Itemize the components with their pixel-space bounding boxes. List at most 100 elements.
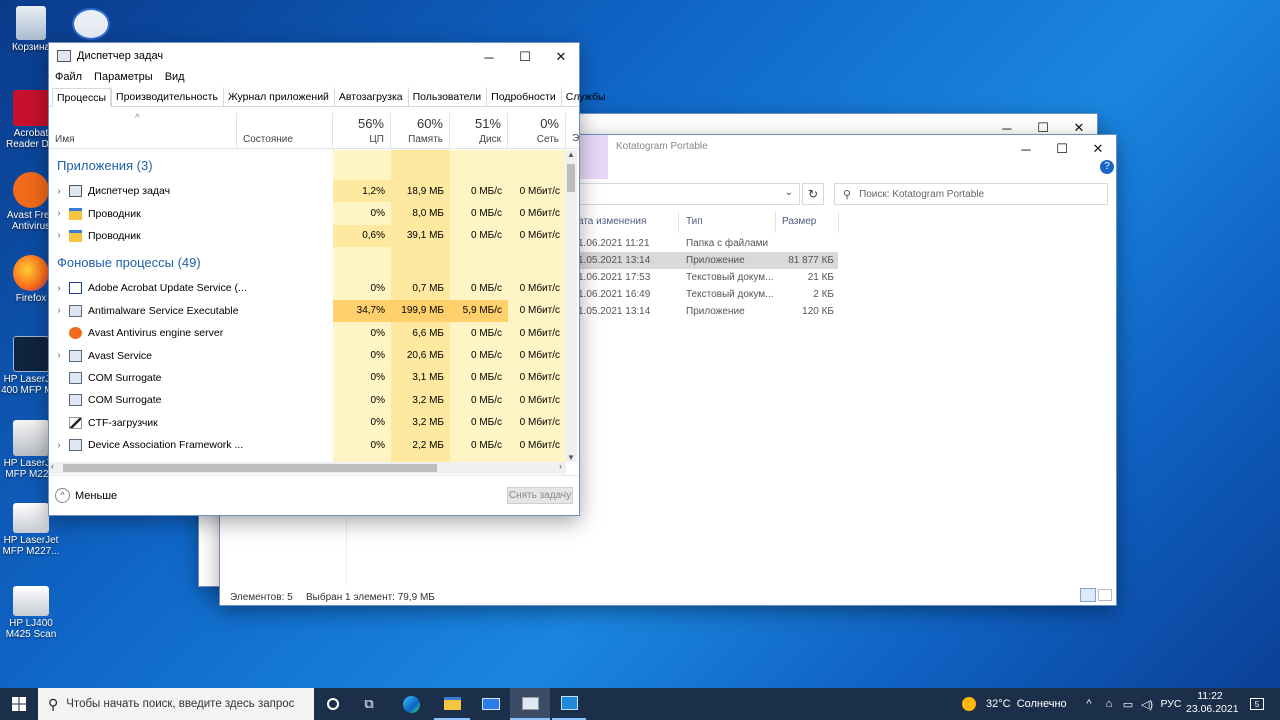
chevron-right-icon[interactable]: › — [49, 305, 69, 316]
scroll-right-icon[interactable]: › — [559, 461, 562, 471]
end-task-button[interactable]: Снять задачу — [507, 487, 573, 504]
chevron-right-icon[interactable]: › — [49, 208, 69, 219]
process-name: COM Surrogate — [88, 394, 162, 407]
table-row[interactable]: › Adobe Acrobat Update Service (... 0% 0,… — [49, 277, 566, 299]
file-row[interactable]: 1.06.2021 16:49 Текстовый докум... 2 КБ — [578, 286, 838, 303]
network-icon[interactable]: ⌂ — [1100, 688, 1118, 720]
scroll-up-icon[interactable]: ▲ — [567, 150, 575, 159]
action-center-button[interactable]: 5 — [1240, 688, 1274, 720]
column-header-extra[interactable]: Э — [572, 133, 579, 144]
language-indicator[interactable]: РУС — [1158, 688, 1184, 720]
app-shortcut-icon[interactable] — [72, 8, 110, 40]
column-header-cpu[interactable]: 56% ЦП — [333, 113, 391, 149]
desktop-icon-hp-lj400-scan[interactable]: HP LJ400 M425 Scan — [0, 586, 68, 640]
file-row[interactable]: 1.05.2021 13:14 Приложение 120 КБ — [578, 303, 838, 320]
close-icon[interactable]: ✕ — [543, 43, 579, 71]
file-row-selected[interactable]: 1.05.2021 13:14 Приложение 81 877 КБ — [578, 252, 838, 269]
column-header-name[interactable]: Имя — [49, 113, 237, 149]
show-hidden-icons[interactable]: ^ — [1080, 688, 1098, 720]
group-header-background[interactable]: Фоновые процессы (49) — [49, 247, 566, 277]
tab-processes[interactable]: Процессы — [52, 88, 112, 107]
file-row[interactable]: 1.06.2021 17:53 Текстовый докум... 21 КБ — [578, 269, 838, 286]
taskbar-explorer[interactable] — [434, 688, 470, 720]
weather-widget[interactable]: 32°C Солнечно — [962, 688, 1076, 720]
display-icon[interactable]: ▭ — [1118, 688, 1138, 720]
table-row[interactable]: › Диспетчер задач 1,2% 18,9 МБ 0 МБ/с 0 М… — [49, 180, 566, 203]
table-row[interactable]: COM Surrogate 0% 3,1 МБ 0 МБ/с 0 Мбит/с — [49, 367, 566, 389]
taskbar-edge[interactable] — [396, 688, 426, 720]
fewer-details-button[interactable]: ^ Меньше — [55, 488, 117, 503]
cpu-cell: 1,2% — [333, 180, 391, 203]
chevron-right-icon[interactable]: › — [49, 283, 69, 294]
start-button[interactable] — [0, 688, 38, 720]
table-row[interactable]: › Проводник 0,6% 39,1 МБ 0 МБ/с 0 Мбит/с — [49, 224, 566, 248]
details-view-icon[interactable] — [1080, 588, 1096, 602]
tab-app-history[interactable]: Журнал приложений — [222, 87, 334, 106]
chevron-right-icon[interactable]: › — [49, 440, 69, 451]
file-row[interactable]: 1.06.2021 11:21 Папка с файлами — [578, 235, 838, 252]
file-date: 1.06.2021 16:49 — [578, 289, 651, 300]
minimize-icon[interactable]: ─ — [1008, 135, 1044, 163]
close-icon[interactable]: ✕ — [1080, 135, 1116, 163]
menu-options[interactable]: Параметры — [94, 71, 153, 83]
search-box[interactable]: ⚲ Поиск: Kotatogram Portable — [834, 183, 1108, 205]
table-row[interactable]: Avast Antivirus engine server 0% 6,6 МБ … — [49, 322, 566, 344]
column-header-size[interactable]: Размер — [782, 216, 816, 227]
vertical-scrollbar[interactable]: ▲ ▼ — [565, 150, 577, 462]
table-row[interactable]: CTF-загрузчик 0% 3,2 МБ 0 МБ/с 0 Мбит/с — [49, 412, 566, 434]
taskbar-search-input[interactable]: Чтобы начать поиск, введите здесь запрос — [66, 698, 294, 710]
chevron-right-icon[interactable]: › — [49, 350, 69, 361]
column-header-type[interactable]: Тип — [686, 216, 703, 227]
task-view-button[interactable]: ⧉ — [354, 688, 384, 720]
group-header-apps[interactable]: Приложения (3) — [49, 150, 566, 180]
column-header-network[interactable]: 0% Сеть — [508, 113, 566, 149]
address-bar[interactable]: ⌄ — [578, 183, 800, 205]
taskbar-app[interactable] — [552, 688, 586, 720]
memory-cell: 199,9 МБ — [391, 299, 450, 322]
minimize-icon[interactable]: ─ — [471, 43, 507, 71]
cortana-button[interactable] — [318, 688, 348, 720]
process-name: Диспетчер задач — [88, 185, 171, 198]
chevron-right-icon[interactable]: › — [49, 186, 69, 197]
tab-users[interactable]: Пользователи — [407, 87, 487, 106]
table-row[interactable]: COM Surrogate 0% 3,2 МБ 0 МБ/с 0 Мбит/с — [49, 389, 566, 411]
maximize-icon[interactable]: ☐ — [507, 43, 543, 71]
volume-icon[interactable]: ◁) — [1138, 688, 1156, 720]
help-icon[interactable]: ? — [1100, 160, 1114, 174]
disk-cell: 5,9 МБ/с — [450, 299, 508, 322]
taskbar-task-manager[interactable] — [510, 688, 550, 720]
tab-performance[interactable]: Производительность — [111, 87, 223, 106]
taskbar-search-box[interactable]: ⚲ Чтобы начать поиск, введите здесь запр… — [38, 688, 314, 720]
windows-icon — [12, 697, 26, 711]
clock[interactable]: 11:22 23.06.2021 — [1186, 690, 1239, 718]
scroll-left-icon[interactable]: ‹ — [51, 461, 54, 471]
weather-text: 32°C Солнечно — [986, 698, 1067, 710]
chevron-right-icon[interactable]: › — [49, 230, 69, 241]
task-manager-window[interactable]: Диспетчер задач ─ ☐ ✕ Файл Параметры Вид… — [48, 42, 606, 516]
scrollbar-thumb[interactable] — [567, 164, 575, 192]
refresh-button[interactable]: ↻ — [802, 183, 824, 205]
menu-view[interactable]: Вид — [165, 71, 185, 83]
tab-details[interactable]: Подробности — [486, 87, 561, 106]
scroll-down-icon[interactable]: ▼ — [567, 453, 575, 462]
tab-startup[interactable]: Автозагрузка — [333, 87, 408, 106]
chevron-down-icon[interactable]: ⌄ — [785, 187, 793, 198]
taskbar-mail[interactable] — [474, 688, 508, 720]
tab-services[interactable]: Службы — [560, 87, 611, 106]
table-row[interactable]: › Проводник 0% 8,0 МБ 0 МБ/с 0 Мбит/с — [49, 202, 566, 224]
scrollbar-thumb[interactable] — [63, 464, 437, 472]
tiles-view-icon[interactable] — [1098, 589, 1112, 601]
maximize-icon[interactable]: ☐ — [1044, 135, 1080, 163]
horizontal-scrollbar[interactable]: ‹ › — [49, 461, 566, 474]
search-input[interactable]: Поиск: Kotatogram Portable — [859, 189, 984, 200]
table-row[interactable]: › Device Association Framework ... 0% 2,2… — [49, 434, 566, 456]
column-header-disk[interactable]: 51% Диск — [450, 113, 508, 149]
column-header-memory[interactable]: 60% Память — [391, 113, 450, 149]
firefox-icon — [13, 255, 49, 291]
column-header-status[interactable]: Состояние — [237, 113, 333, 149]
table-row[interactable]: › Antimalware Service Executable 34,7% 19… — [49, 299, 566, 322]
column-header-date[interactable]: ата изменения — [578, 216, 646, 227]
table-row[interactable]: › Avast Service 0% 20,6 МБ 0 МБ/с 0 Мбит/… — [49, 344, 566, 366]
network-cell: 0 Мбит/с — [519, 185, 560, 197]
menu-file[interactable]: Файл — [55, 71, 82, 83]
